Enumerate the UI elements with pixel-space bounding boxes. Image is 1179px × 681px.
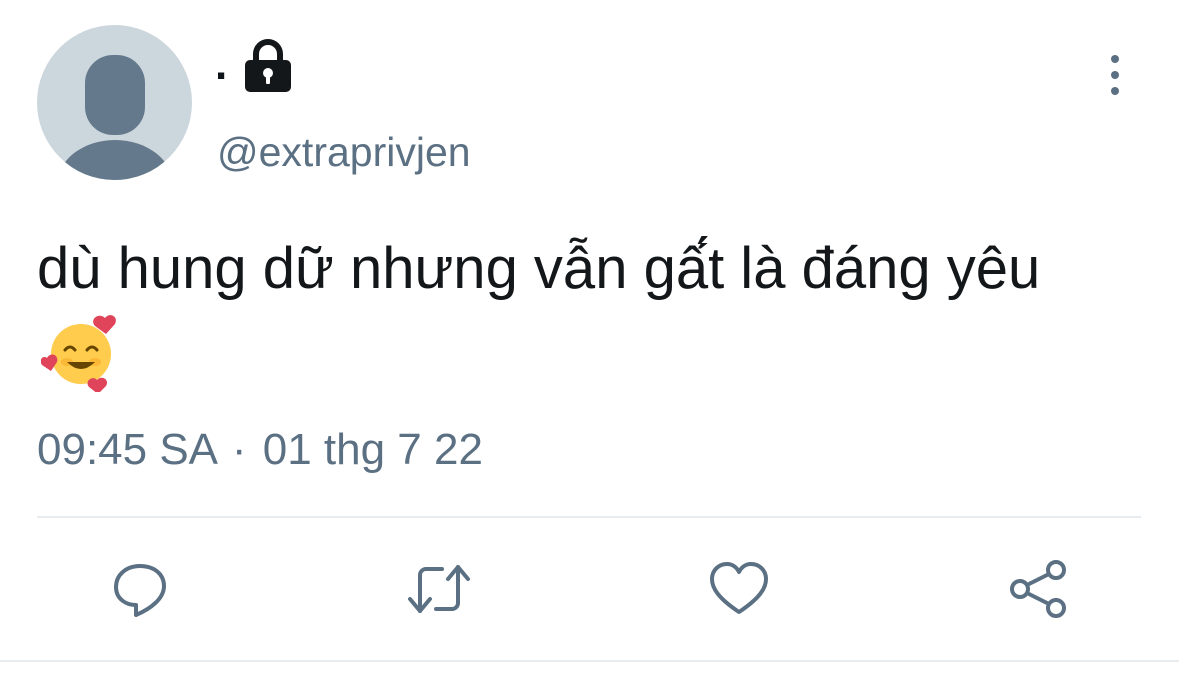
- retweet-icon: [408, 565, 470, 613]
- heart-icon: [710, 562, 768, 614]
- user-handle[interactable]: @extraprivjen: [217, 132, 471, 173]
- reply-icon: [114, 564, 166, 617]
- default-avatar-icon: [57, 55, 173, 180]
- display-name-row[interactable]: .: [215, 38, 295, 98]
- share-button[interactable]: [1005, 556, 1071, 622]
- tweet-card: . @extraprivjen dù hung dữ nhưng vẫn gấ́…: [0, 0, 1179, 681]
- more-vertical-icon[interactable]: [1101, 55, 1129, 95]
- like-button[interactable]: [706, 556, 772, 622]
- share-icon: [1010, 560, 1066, 618]
- meta-separator: ·: [231, 425, 247, 474]
- action-bar: [0, 556, 1179, 622]
- tweet-body: dù hung dữ nhưng vẫn gấ́t là đáng yêu: [37, 236, 1041, 301]
- divider: [37, 516, 1141, 518]
- retweet-button[interactable]: [406, 556, 472, 622]
- tweet-date: 01 thg 7 22: [262, 425, 483, 474]
- tweet-text: dù hung dữ nhưng vẫn gấ́t là đáng yêu: [37, 226, 1127, 416]
- bottom-divider: [0, 660, 1179, 662]
- smiling-face-with-hearts-emoji: [40, 312, 121, 416]
- reply-button[interactable]: [107, 556, 173, 622]
- tweet-timestamp[interactable]: 09:45 SA · 01 thg 7 22: [37, 428, 483, 472]
- lock-icon: [241, 38, 295, 99]
- display-name[interactable]: .: [215, 43, 227, 87]
- tweet-time: 09:45 SA: [37, 425, 216, 474]
- avatar[interactable]: [37, 25, 192, 180]
